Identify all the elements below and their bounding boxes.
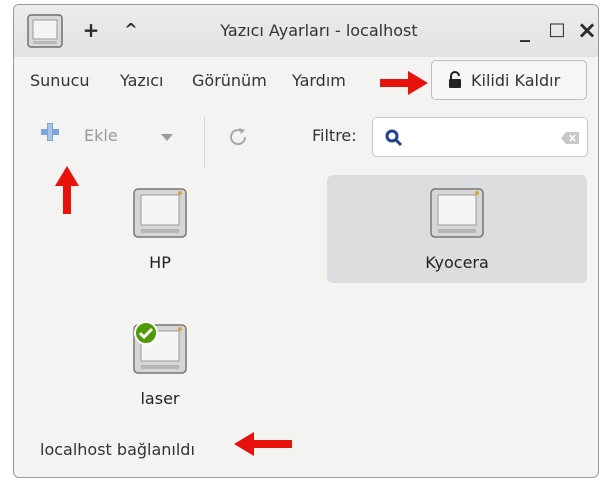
add-icon[interactable] [41, 123, 59, 141]
titlebar[interactable]: + ^ Yazıcı Ayarları - localhost _ □ × [14, 5, 598, 57]
search-icon [385, 129, 403, 147]
printer-settings-window: + ^ Yazıcı Ayarları - localhost _ □ × Su… [13, 4, 599, 478]
window-title: Yazıcı Ayarları - localhost [220, 21, 418, 40]
lock-icon [449, 71, 461, 88]
menu-yazici[interactable]: Yazıcı [120, 71, 163, 90]
status-text: localhost bağlanıldı [40, 440, 195, 459]
add-button-label[interactable]: Ekle [84, 126, 118, 145]
annotation-arrow-right-icon [380, 71, 428, 95]
filter-input[interactable] [411, 126, 565, 150]
filter-label: Filtre: [312, 126, 357, 145]
close-icon[interactable]: × [576, 18, 598, 42]
minimize-icon[interactable]: _ [514, 19, 536, 41]
printer-icon [133, 321, 187, 374]
keep-above-icon[interactable]: ^ [120, 19, 142, 41]
printer-name: laser [140, 389, 180, 408]
maximize-icon[interactable]: □ [546, 19, 568, 41]
printer-name: HP [149, 253, 171, 272]
printer-app-icon[interactable] [27, 14, 63, 48]
refresh-icon[interactable] [226, 125, 250, 149]
annotation-arrow-left-icon [234, 432, 292, 456]
pin-icon[interactable]: + [80, 19, 102, 41]
annotation-arrow-up-icon [55, 166, 79, 214]
unlock-button-label: Kilidi Kaldır [471, 71, 561, 90]
default-check-icon [134, 321, 158, 345]
menu-gorunum[interactable]: Görünüm [192, 71, 267, 90]
printer-icon [430, 188, 484, 238]
printer-icon [133, 188, 187, 238]
menu-yardim[interactable]: Yardım [292, 71, 346, 90]
toolbar-separator [204, 116, 205, 168]
chevron-down-icon[interactable] [161, 134, 173, 141]
printer-item-kyocera[interactable]: Kyocera [327, 175, 587, 283]
printer-name: Kyocera [425, 253, 489, 272]
printer-item-laser[interactable]: laser [30, 311, 290, 419]
unlock-button[interactable]: Kilidi Kaldır [431, 60, 587, 100]
filter-field[interactable] [372, 117, 588, 157]
menu-sunucu[interactable]: Sunucu [30, 71, 90, 90]
clear-icon[interactable] [561, 132, 579, 144]
